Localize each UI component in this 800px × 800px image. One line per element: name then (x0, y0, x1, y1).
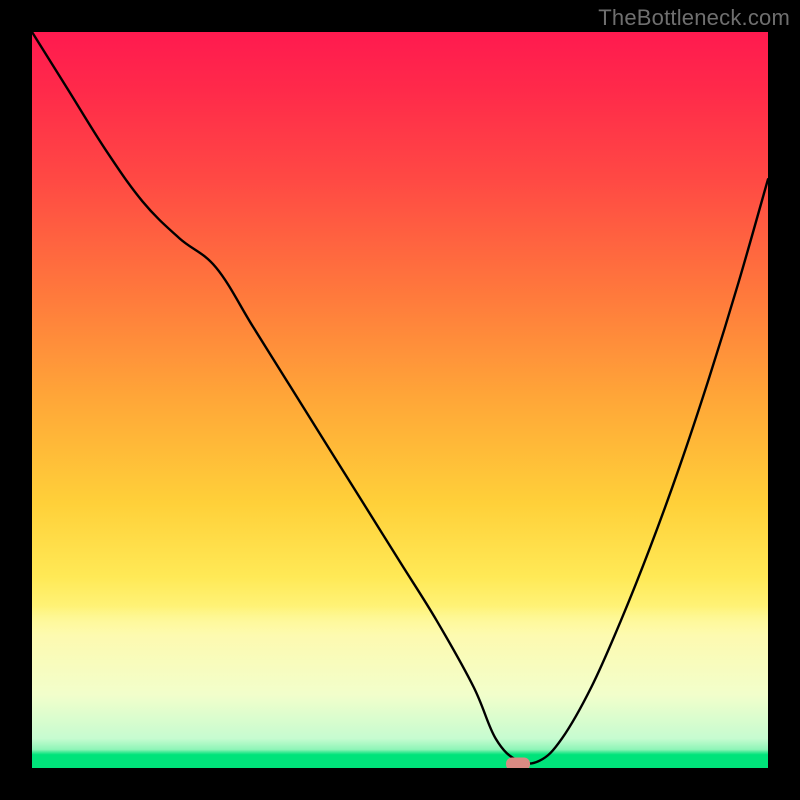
bottleneck-curve (32, 32, 768, 764)
curve-svg (32, 32, 768, 768)
optimum-marker (506, 758, 530, 768)
chart-frame: TheBottleneck.com (0, 0, 800, 800)
plot-area (32, 32, 768, 768)
watermark-text: TheBottleneck.com (598, 5, 790, 31)
